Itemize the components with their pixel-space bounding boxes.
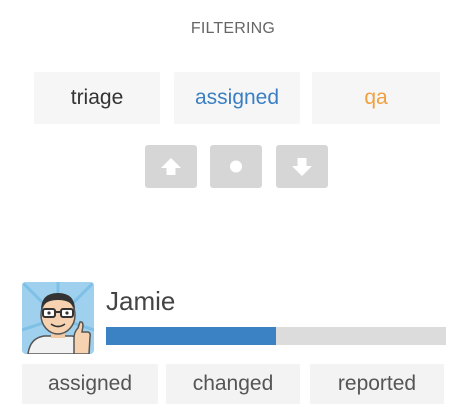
progress-bar [106, 327, 446, 345]
stat-reported-button[interactable]: reported [310, 364, 444, 404]
filter-assigned-button[interactable]: assigned [174, 72, 300, 124]
neutral-button[interactable] [210, 145, 262, 188]
filter-qa-button[interactable]: qa [312, 72, 440, 124]
arrow-down-icon [292, 158, 312, 176]
avatar [22, 282, 94, 354]
dot-icon [230, 160, 242, 173]
move-down-button[interactable] [276, 145, 328, 188]
progress-bar-fill [106, 327, 276, 345]
move-up-button[interactable] [145, 145, 197, 188]
filter-triage-button[interactable]: triage [34, 72, 160, 124]
arrow-up-icon [161, 158, 181, 175]
user-name: Jamie [106, 286, 176, 316]
filtering-heading: FILTERING [190, 20, 276, 37]
stat-assigned-button[interactable]: assigned [22, 364, 158, 404]
stat-changed-button[interactable]: changed [166, 364, 300, 404]
